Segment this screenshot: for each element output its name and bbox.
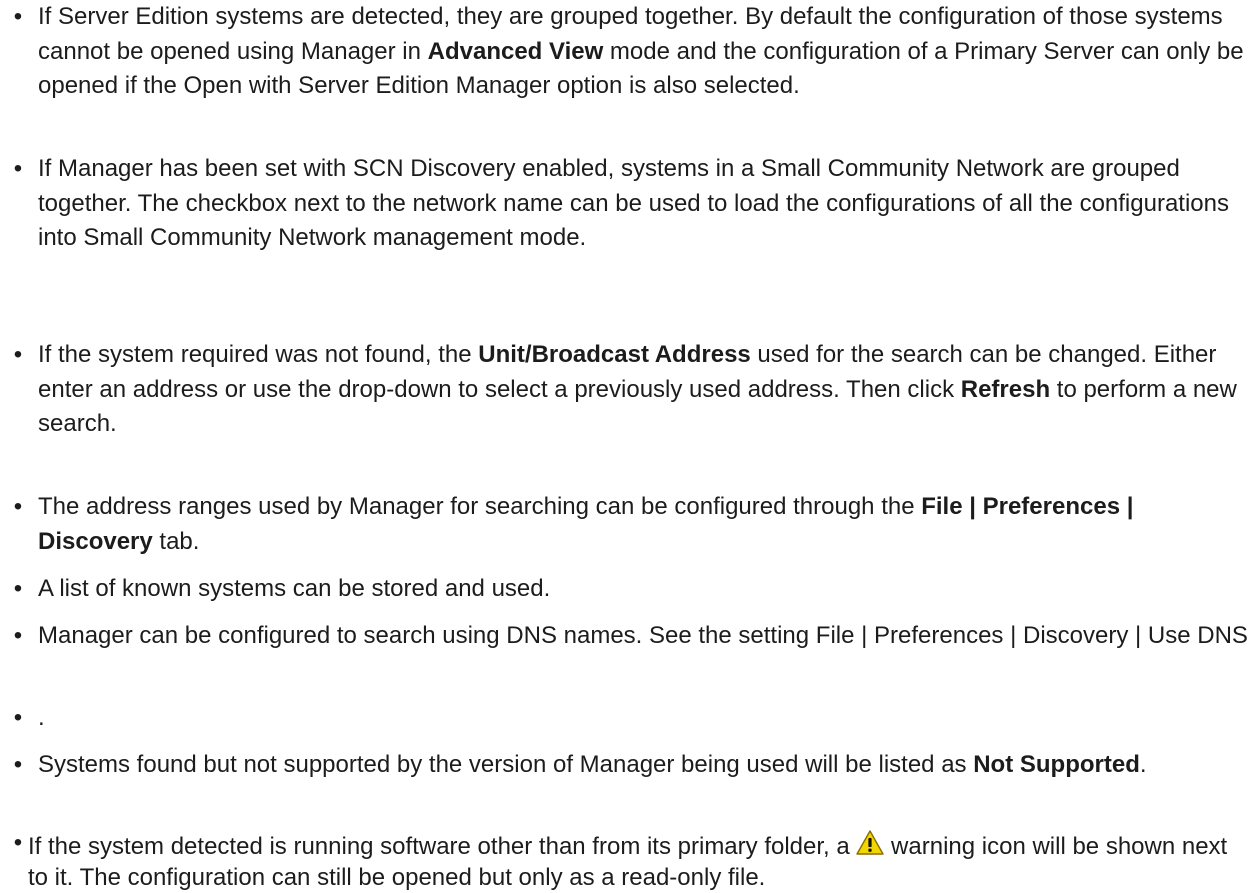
text-segment: The address ranges used by Manager for s… — [38, 493, 922, 520]
item-text: The address ranges used by Manager for s… — [38, 493, 1133, 555]
list-item-server-edition: • If Server Edition systems are detected… — [14, 0, 1248, 104]
item-text: If Manager has been set with SCN Discove… — [38, 155, 1229, 251]
bullet: • — [13, 493, 23, 520]
bullet: • — [13, 3, 23, 30]
bold-term-advanced-view: Advanced View — [427, 37, 604, 65]
item-text: A list of known systems can be stored an… — [38, 575, 550, 602]
text-segment: If Manager has been set with SCN Discove… — [38, 155, 1229, 252]
bullet: • — [13, 622, 23, 649]
list-item-warning-icon: • If the system detected is running soft… — [14, 829, 1248, 893]
bullet: • — [13, 155, 23, 182]
bold-term-refresh: Refresh — [960, 375, 1051, 403]
text-segment: . — [38, 704, 45, 731]
text-segment: If the system required was not found, th… — [38, 341, 479, 368]
warning-icon — [856, 830, 885, 856]
item-text: Manager can be configured to search usin… — [38, 622, 1248, 649]
list-item-address-ranges: • The address ranges used by Manager for… — [14, 490, 1248, 559]
list-item-scn-discovery: • If Manager has been set with SCN Disco… — [14, 152, 1248, 256]
list-item-broadcast-address: • If the system required was not found, … — [14, 338, 1248, 442]
text-segment: Manager can be configured to search usin… — [38, 622, 1248, 649]
text-segment: . — [1139, 751, 1147, 778]
list-item-known-systems: • A list of known systems can be stored … — [14, 572, 1248, 607]
item-text: . — [38, 704, 45, 731]
bullet: • — [13, 704, 23, 731]
bullet: • — [13, 575, 23, 602]
bullet: • — [13, 751, 23, 778]
item-text: If Server Edition systems are detected, … — [38, 3, 1244, 99]
bullet: • — [13, 829, 23, 856]
list-item-dns-names: • Manager can be configured to search us… — [14, 619, 1248, 654]
list-item-not-supported: • Systems found but not supported by the… — [14, 748, 1248, 783]
bold-term-not-supported: Not Supported — [973, 751, 1140, 778]
list-item-period: • . — [14, 701, 1248, 736]
bullet: • — [13, 341, 23, 368]
text-segment: A list of known systems can be stored an… — [38, 575, 551, 602]
text-segment: tab. — [152, 527, 200, 555]
text-segment: Systems found but not supported by the v… — [38, 751, 974, 778]
text-segment: If the system detected is running softwa… — [28, 833, 857, 860]
item-text: If the system detected is running softwa… — [28, 830, 1238, 893]
bold-term-unit-broadcast-address: Unit/Broadcast Address — [478, 341, 751, 368]
item-text: If the system required was not found, th… — [38, 341, 1237, 437]
item-text: Systems found but not supported by the v… — [38, 751, 1147, 778]
